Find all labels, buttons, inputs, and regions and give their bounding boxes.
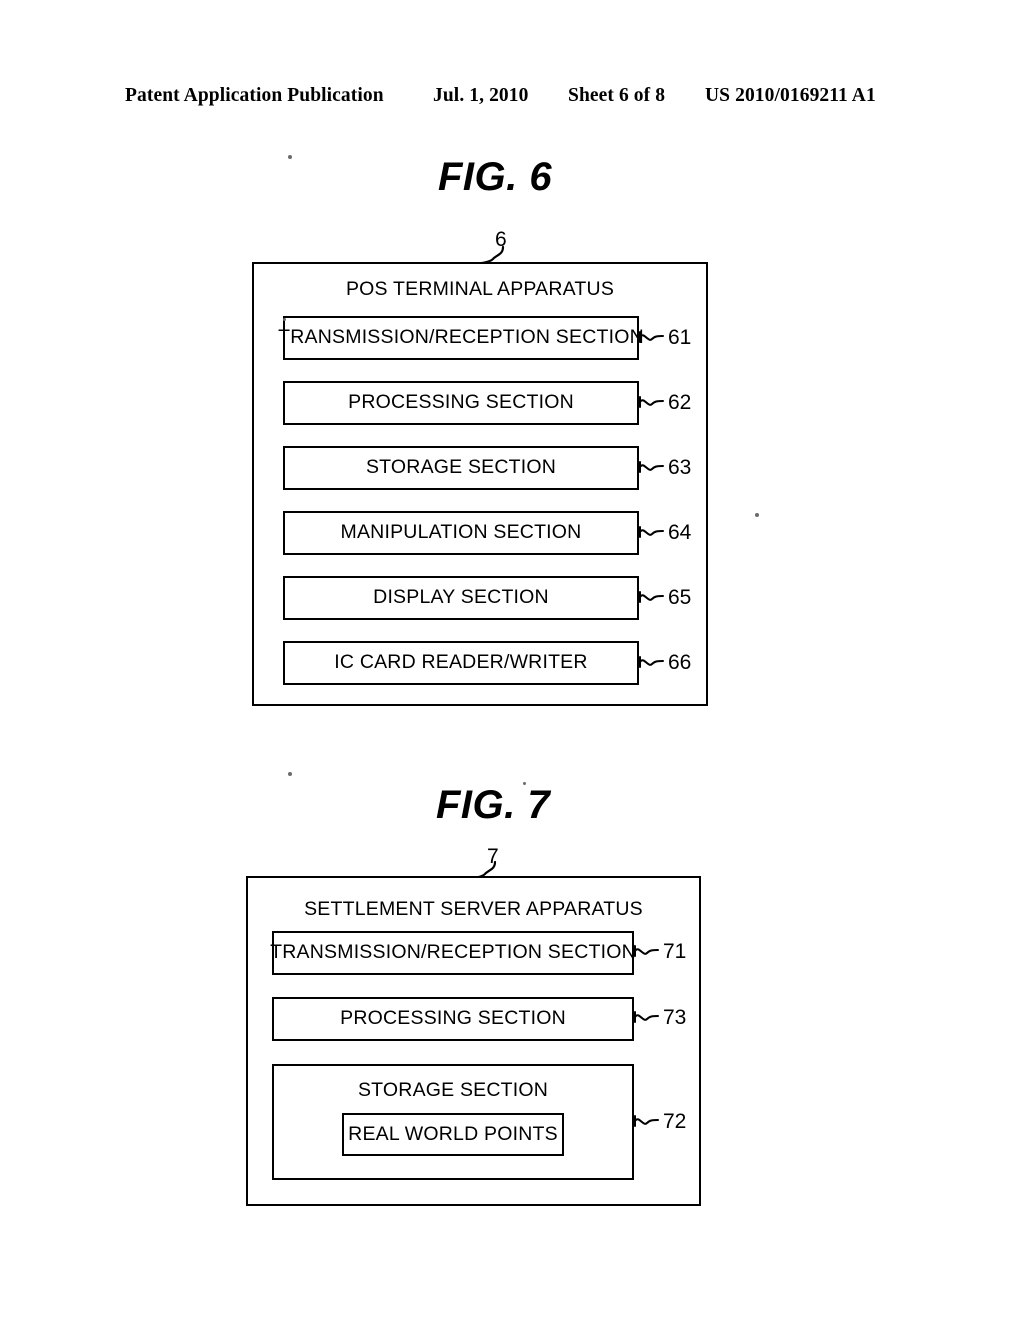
tilde-leader-icon xyxy=(639,396,664,408)
scan-artifact xyxy=(755,513,759,517)
module-label: TRANSMISSION/RECEPTION SECTION xyxy=(270,941,636,964)
scan-artifact xyxy=(288,772,292,776)
module-display-section[interactable]: DISPLAY SECTION xyxy=(283,576,639,620)
reference-callout-73: 73 xyxy=(634,1004,686,1030)
tilde-leader-icon xyxy=(639,591,664,603)
reference-callout-62: 62 xyxy=(639,389,691,415)
tilde-leader-icon xyxy=(639,331,664,343)
publication-date: Jul. 1, 2010 xyxy=(433,85,529,106)
tilde-leader-icon xyxy=(639,461,664,473)
reference-number: 72 xyxy=(663,1109,687,1133)
nested-box-real-world-points[interactable]: REAL WORLD POINTS xyxy=(342,1113,564,1156)
module-storage-section[interactable]: STORAGE SECTION xyxy=(283,446,639,490)
reference-number: 71 xyxy=(663,939,687,963)
module-label: STORAGE SECTION xyxy=(357,1079,549,1101)
tilde-leader-icon xyxy=(634,1115,659,1127)
module-processing-section[interactable]: PROCESSING SECTION xyxy=(283,381,639,425)
module-label: MANIPULATION SECTION xyxy=(340,521,582,544)
module-processing-section[interactable]: PROCESSING SECTION xyxy=(272,997,634,1041)
patent-number: US 2010/0169211 A1 xyxy=(705,85,876,106)
module-transmission-reception-section[interactable]: TRANSMISSION/RECEPTION SECTION xyxy=(278,316,644,360)
tilde-leader-icon xyxy=(639,656,664,668)
publication-label: Patent Application Publication xyxy=(125,85,384,106)
reference-callout-66: 66 xyxy=(639,649,691,675)
reference-number: 65 xyxy=(668,585,692,609)
settlement-server-apparatus-title: SETTLEMENT SERVER APPARATUS xyxy=(304,898,643,920)
nested-box-label: REAL WORLD POINTS xyxy=(348,1123,558,1145)
reference-number: 62 xyxy=(668,390,692,414)
pos-terminal-apparatus-title: POS TERMINAL APPARATUS xyxy=(345,278,615,300)
reference-callout-71: 71 xyxy=(634,938,686,964)
module-transmission-reception-section[interactable]: TRANSMISSION/RECEPTION SECTION xyxy=(270,931,636,975)
reference-number: 64 xyxy=(668,520,692,544)
module-label: DISPLAY SECTION xyxy=(373,586,549,609)
reference-callout-63: 63 xyxy=(639,454,691,480)
reference-callout-65: 65 xyxy=(639,584,691,610)
reference-callout-72: 72 xyxy=(634,1108,686,1134)
module-label: TRANSMISSION/RECEPTION SECTION xyxy=(278,326,644,349)
module-manipulation-section[interactable]: MANIPULATION SECTION xyxy=(283,511,639,555)
scan-artifact xyxy=(523,782,526,785)
reference-number: 73 xyxy=(663,1005,687,1029)
scan-artifact xyxy=(288,155,292,159)
settlement-server-apparatus-box: SETTLEMENT SERVER APPARATUS TRANSMISSION… xyxy=(246,876,701,1206)
module-label: STORAGE SECTION xyxy=(365,456,557,479)
tilde-leader-icon xyxy=(634,945,659,957)
reference-callout-61: 61 xyxy=(639,324,691,350)
module-label: IC CARD READER/WRITER xyxy=(334,651,588,674)
figure-7-title: FIG. 7 xyxy=(436,783,551,827)
tilde-leader-icon xyxy=(639,526,664,538)
module-label: PROCESSING SECTION xyxy=(340,1007,566,1030)
reference-number: 61 xyxy=(668,325,692,349)
figure-6-title: FIG. 6 xyxy=(438,155,553,199)
module-label: PROCESSING SECTION xyxy=(348,391,574,414)
reference-number: 66 xyxy=(668,650,692,674)
reference-callout-64: 64 xyxy=(639,519,691,545)
module-ic-card-reader-writer[interactable]: IC CARD READER/WRITER xyxy=(283,641,639,685)
reference-number: 63 xyxy=(668,455,692,479)
module-storage-section[interactable]: STORAGE SECTION REAL WORLD POINTS xyxy=(272,1064,634,1180)
sheet-number: Sheet 6 of 8 xyxy=(568,85,666,106)
scan-artifact xyxy=(283,318,286,321)
page-header: Patent Application Publication Jul. 1, 2… xyxy=(125,85,900,111)
tilde-leader-icon xyxy=(634,1011,659,1023)
